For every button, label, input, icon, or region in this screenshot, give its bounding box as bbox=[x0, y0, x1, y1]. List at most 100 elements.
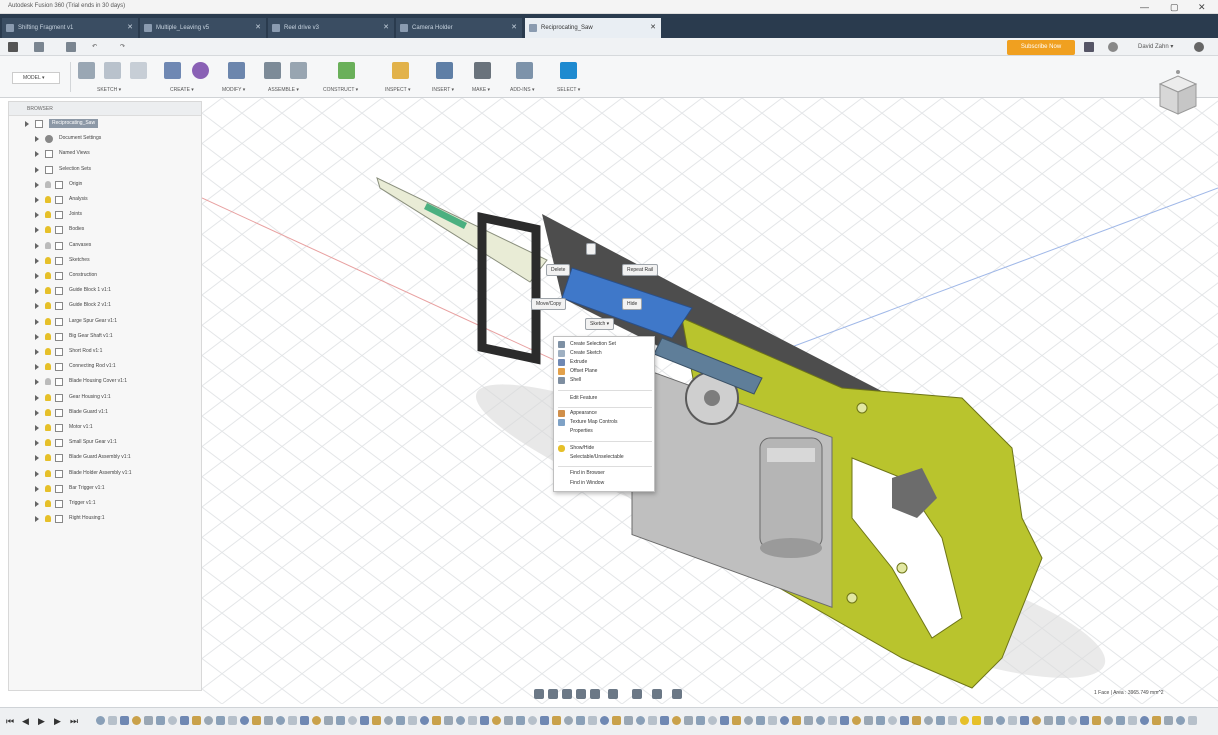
zoom-window-icon[interactable] bbox=[608, 689, 618, 699]
new-component-icon[interactable] bbox=[264, 62, 281, 79]
expand-icon[interactable] bbox=[35, 273, 39, 279]
timeline-feature-icon[interactable] bbox=[132, 716, 141, 725]
timeline-feature-icon[interactable] bbox=[624, 716, 633, 725]
browser-tree-item[interactable]: Blade Holder Assembly v1:1 bbox=[9, 468, 201, 480]
timeline-feature-icon[interactable] bbox=[924, 716, 933, 725]
browser-tree-item[interactable]: Construction bbox=[9, 270, 201, 282]
visibility-lightbulb-icon[interactable] bbox=[45, 363, 51, 371]
timeline-feature-icon[interactable] bbox=[756, 716, 765, 725]
close-icon[interactable]: ✕ bbox=[127, 18, 133, 38]
display-settings-icon[interactable] bbox=[632, 689, 642, 699]
menu-item-edit-feature[interactable]: Edit Feature bbox=[570, 395, 597, 401]
plane-icon[interactable] bbox=[338, 62, 355, 79]
timeline-feature-icon[interactable] bbox=[360, 716, 369, 725]
expand-icon[interactable] bbox=[35, 440, 39, 447]
timeline-feature-icon[interactable] bbox=[840, 716, 849, 725]
expand-icon[interactable] bbox=[25, 121, 29, 127]
browser-tree-item[interactable]: Joints bbox=[9, 209, 201, 221]
timeline-feature-icon[interactable] bbox=[828, 716, 837, 725]
browser-tree-item[interactable]: Blade Housing Cover v1:1 bbox=[9, 376, 201, 388]
timeline-feature-icon[interactable] bbox=[168, 716, 177, 725]
redo-icon[interactable]: ↷ bbox=[120, 43, 125, 50]
browser-tree-item[interactable]: Selection Sets bbox=[9, 164, 201, 176]
timeline-feature-icon[interactable] bbox=[1092, 716, 1101, 725]
expand-icon[interactable] bbox=[35, 303, 39, 310]
timeline-feature-icon[interactable] bbox=[852, 716, 861, 725]
timeline-feature-icon[interactable] bbox=[420, 716, 429, 725]
pan-icon[interactable] bbox=[562, 689, 572, 699]
timeline-feature-icon[interactable] bbox=[336, 716, 345, 725]
timeline-feature-icon[interactable] bbox=[960, 716, 969, 725]
timeline-feature-icon[interactable] bbox=[456, 716, 465, 725]
measure-icon[interactable] bbox=[392, 62, 409, 79]
menu-item-appearance[interactable]: Appearance bbox=[570, 410, 597, 416]
visibility-lightbulb-icon[interactable] bbox=[45, 180, 51, 188]
expand-icon[interactable] bbox=[35, 485, 39, 492]
view-cube[interactable] bbox=[1150, 68, 1206, 124]
visibility-lightbulb-icon[interactable] bbox=[45, 454, 51, 462]
expand-icon[interactable] bbox=[35, 181, 39, 188]
expand-icon[interactable] bbox=[35, 516, 39, 523]
browser-tree-item[interactable]: Named Views bbox=[9, 148, 201, 160]
menu-item-texture-map-controls[interactable]: Texture Map Controls bbox=[570, 419, 618, 425]
extrude-icon[interactable] bbox=[164, 62, 181, 79]
timeline-feature-icon[interactable] bbox=[996, 716, 1005, 725]
timeline-feature-icon[interactable] bbox=[540, 716, 549, 725]
joint-icon[interactable] bbox=[290, 62, 307, 79]
notifications-icon[interactable] bbox=[1084, 42, 1094, 52]
look-at-icon[interactable] bbox=[548, 689, 558, 699]
timeline-feature-icon[interactable] bbox=[300, 716, 309, 725]
undo-icon[interactable]: ↶ bbox=[92, 43, 97, 50]
assemble-menu[interactable]: ASSEMBLE ▾ bbox=[268, 87, 299, 93]
expand-icon[interactable] bbox=[35, 212, 39, 219]
timeline-feature-icon[interactable] bbox=[768, 716, 777, 725]
visibility-lightbulb-icon[interactable] bbox=[45, 348, 51, 355]
timeline-feature-icon[interactable] bbox=[660, 716, 669, 725]
timeline-feature-icon[interactable] bbox=[888, 716, 897, 725]
browser-tree-item[interactable]: Canvases bbox=[9, 240, 201, 252]
timeline-feature-icon[interactable] bbox=[912, 716, 921, 725]
timeline-end-button[interactable]: ⏭ bbox=[70, 716, 78, 726]
expand-icon[interactable] bbox=[35, 227, 39, 234]
visibility-lightbulb-icon[interactable] bbox=[45, 439, 51, 447]
visibility-lightbulb-icon[interactable] bbox=[45, 332, 51, 340]
timeline-feature-icon[interactable] bbox=[108, 716, 117, 725]
fit-icon[interactable] bbox=[590, 689, 600, 699]
timeline-feature-icon[interactable] bbox=[1104, 716, 1113, 725]
close-icon[interactable]: ✕ bbox=[255, 18, 261, 38]
select-arrow-icon[interactable] bbox=[560, 62, 577, 79]
clock-icon[interactable] bbox=[1108, 42, 1118, 52]
timeline-feature-icon[interactable] bbox=[984, 716, 993, 725]
timeline-feature-icon[interactable] bbox=[180, 716, 189, 725]
timeline-feature-icon[interactable] bbox=[396, 716, 405, 725]
timeline-feature-icon[interactable] bbox=[804, 716, 813, 725]
browser-tree-item[interactable]: Bar Trigger v1:1 bbox=[9, 483, 201, 495]
timeline-feature-icon[interactable] bbox=[1116, 716, 1125, 725]
visibility-lightbulb-icon[interactable] bbox=[45, 302, 51, 310]
expand-icon[interactable] bbox=[35, 166, 39, 173]
visibility-lightbulb-icon[interactable] bbox=[45, 393, 51, 401]
zoom-icon[interactable] bbox=[576, 689, 586, 699]
insert-menu[interactable]: INSERT ▾ bbox=[432, 87, 454, 93]
move-copy-button[interactable]: Move/Copy bbox=[531, 298, 567, 310]
timeline-feature-icon[interactable] bbox=[636, 716, 645, 725]
tab-reel-drive[interactable]: Reel drive v3 ✕ bbox=[268, 18, 394, 38]
timeline-feature-icon[interactable] bbox=[384, 716, 393, 725]
browser-root-component[interactable]: Reciprocating_Saw bbox=[9, 118, 201, 130]
close-window-button[interactable]: ✕ bbox=[1198, 1, 1206, 13]
model-canvas[interactable] bbox=[202, 98, 1218, 704]
expand-icon[interactable] bbox=[35, 333, 39, 340]
timeline-feature-icon[interactable] bbox=[672, 716, 681, 725]
browser-tree-item[interactable]: Sketches bbox=[9, 255, 201, 267]
timeline-feature-icon[interactable] bbox=[1152, 716, 1161, 725]
timeline-feature-icon[interactable] bbox=[708, 716, 717, 725]
timeline-feature-icon[interactable] bbox=[864, 716, 873, 725]
home-view-icon[interactable] bbox=[1176, 70, 1180, 74]
expand-icon[interactable] bbox=[35, 364, 39, 371]
stop-sketch-icon[interactable] bbox=[130, 62, 147, 79]
timeline-feature-icon[interactable] bbox=[312, 716, 321, 725]
expand-icon[interactable] bbox=[35, 379, 39, 386]
timeline-feature-icon[interactable] bbox=[348, 716, 357, 725]
visibility-lightbulb-icon[interactable] bbox=[45, 211, 51, 219]
tab-camera-holder[interactable]: Camera Holder ✕ bbox=[396, 18, 522, 38]
